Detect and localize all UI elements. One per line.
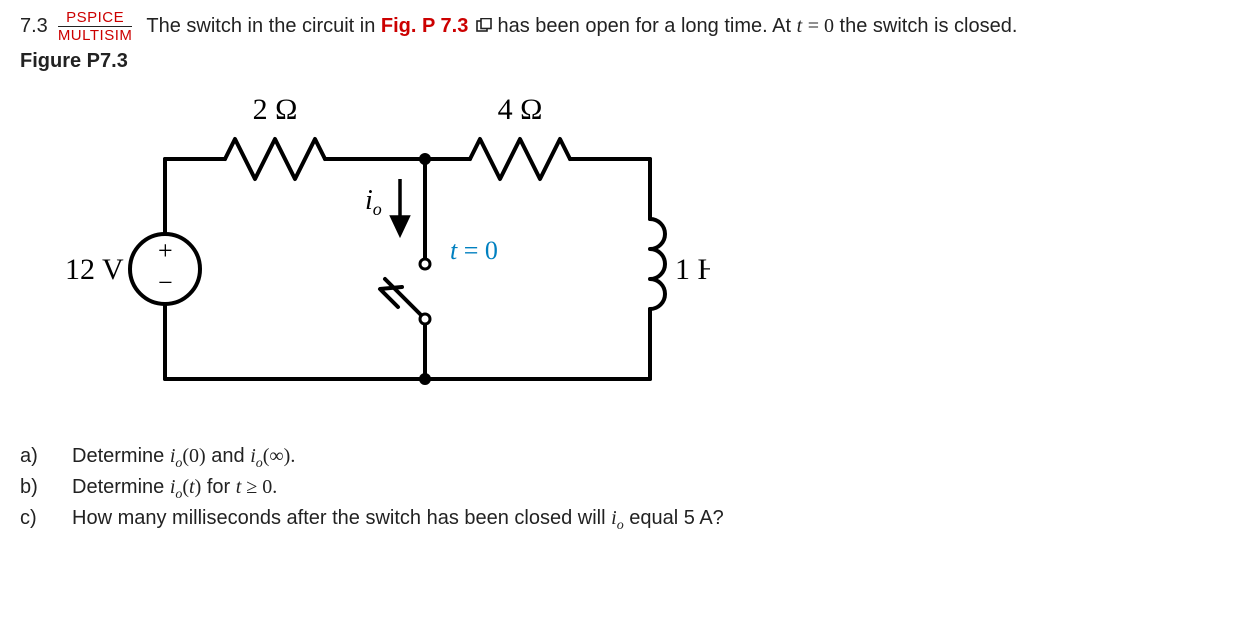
r2-label: 4 Ω: [498, 93, 543, 126]
qc-post: equal 5 A?: [629, 507, 724, 529]
r1-label: 2 Ω: [253, 93, 298, 126]
question-a-text: Determine io(0) and io(∞).: [72, 445, 295, 472]
source-minus: −: [158, 268, 173, 297]
tool-top: PSPICE: [66, 10, 124, 26]
tool-bot: MULTISIM: [58, 26, 133, 44]
qc-pre: How many milliseconds after the switch h…: [72, 507, 611, 529]
io-label: io: [365, 185, 382, 219]
switch-time-label: t = 0: [450, 236, 498, 265]
qa-io2-arg: (∞).: [263, 445, 296, 467]
intro-post: the switch is closed.: [840, 15, 1018, 37]
question-list: a) Determine io(0) and io(∞). b) Determi…: [20, 445, 1231, 534]
qb-io-arg: (t): [182, 476, 201, 498]
question-b-text: Determine io(t) for t ≥ 0.: [72, 476, 277, 503]
figure-link-text: Fig. P 7.3: [381, 15, 468, 37]
figure-label: Figure P7.3: [20, 50, 1231, 73]
question-c: c) How many milliseconds after the switc…: [20, 507, 1231, 534]
tool-badge: PSPICE MULTISIM: [58, 10, 133, 44]
qb-for: for: [207, 476, 236, 498]
intro-pre: The switch in the circuit in: [146, 15, 381, 37]
qa-io1-arg: (0): [182, 445, 205, 467]
qa-and: and: [211, 445, 250, 467]
qa-io1: io: [170, 445, 183, 467]
problem-statement: The switch in the circuit in Fig. P 7.3 …: [146, 15, 1017, 38]
new-window-icon: [476, 15, 492, 38]
problem-header: 7.3 PSPICE MULTISIM The switch in the ci…: [20, 10, 1231, 44]
question-a: a) Determine io(0) and io(∞).: [20, 445, 1231, 472]
question-c-label: c): [20, 507, 44, 530]
problem-number: 7.3: [20, 15, 48, 38]
source-label: 12 V: [65, 253, 124, 286]
intro-mid: has been open for a long time. At: [497, 15, 796, 37]
inductor-label: 1 H: [675, 253, 710, 286]
question-b: b) Determine io(t) for t ≥ 0.: [20, 476, 1231, 503]
qc-io: io: [611, 507, 624, 529]
qb-cond: t ≥ 0.: [236, 476, 278, 498]
question-b-label: b): [20, 476, 44, 499]
figure-link[interactable]: Fig. P 7.3: [381, 15, 498, 37]
intro-eq-rest: = 0: [808, 15, 834, 37]
intro-eq-t: t: [797, 15, 803, 37]
question-c-text: How many milliseconds after the switch h…: [72, 507, 724, 534]
source-plus: +: [158, 236, 173, 265]
qa-pre: Determine: [72, 445, 170, 467]
qb-pre: Determine: [72, 476, 170, 498]
question-a-label: a): [20, 445, 44, 468]
qb-io: io: [170, 476, 183, 498]
circuit-diagram: 2 Ω 4 Ω 12 V 1 H + − io t = 0: [30, 79, 1231, 405]
qa-io2: io: [250, 445, 263, 467]
